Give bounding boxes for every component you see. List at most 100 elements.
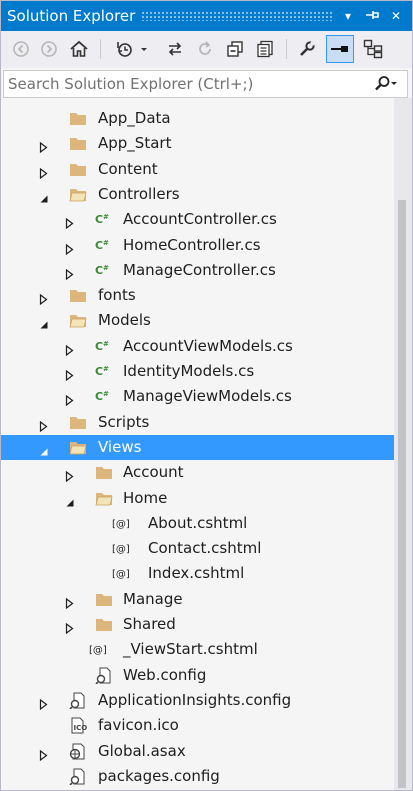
tree-item-label: _ViewStart.cshtml [123,640,258,659]
expanded-arrow-icon[interactable] [39,189,49,203]
collapsed-arrow-icon[interactable] [39,164,49,179]
svg-text:#: # [103,239,109,247]
tree-item[interactable]: Content [1,157,394,182]
solution-explorer-panel: Solution Explorer ▾ ✕ Search Solution Ex… [0,0,413,791]
collapse-all-icon[interactable] [223,37,247,61]
collapsed-arrow-icon[interactable] [65,467,75,483]
expanded-arrow-icon[interactable] [65,493,75,506]
tree-item[interactable]: App_Start [1,131,394,156]
search-box[interactable] [3,70,408,98]
collapsed-arrow-icon[interactable] [65,341,75,356]
collapsed-arrow-icon[interactable] [39,695,49,711]
vertical-scrollbar[interactable] [394,98,412,790]
home-icon[interactable] [67,37,91,61]
tree-item[interactable]: fonts [1,283,394,308]
tree-item[interactable]: App_Data [1,106,394,131]
refresh-icon[interactable] [193,37,217,61]
svg-text:C: C [95,264,103,277]
drag-grip[interactable] [141,11,334,21]
collapsed-arrow-icon[interactable] [65,265,75,280]
tree-item-label: Account [123,463,184,482]
folder-open-icon [95,490,113,507]
expanded-arrow-icon[interactable] [39,315,49,329]
dropdown-icon[interactable]: ▾ [339,7,357,25]
folder-icon [69,135,87,152]
forward-icon[interactable] [37,37,61,61]
tree-item[interactable]: C # ManageViewModels.cs [1,384,394,409]
folder-icon [69,161,87,178]
collapsed-arrow-icon[interactable] [65,240,75,255]
tree-item[interactable]: packages.config [1,764,394,789]
pin-preview-icon[interactable] [326,35,354,63]
tree-item[interactable]: Controllers [1,182,394,207]
expanded-arrow-icon[interactable] [39,442,49,456]
tree-item[interactable]: [@] _ViewStart.cshtml [1,637,394,662]
svg-text:#: # [103,365,109,373]
csharp-file-icon: C # [95,211,113,228]
title-bar: Solution Explorer ▾ ✕ [1,1,412,31]
tree-item[interactable]: Manage [1,587,394,612]
tree-item-label: About.cshtml [148,513,248,532]
tree-item[interactable]: Home [1,486,394,511]
tree-item[interactable]: [@] Index.cshtml [1,561,394,586]
tree-item[interactable]: [@] Contact.cshtml [1,536,394,561]
folder-icon [69,414,87,431]
folder-icon [69,287,87,304]
asax-file-icon [69,743,87,760]
tree-item[interactable]: Scripts [1,410,394,435]
properties-icon[interactable] [295,37,319,61]
scrollbar-thumb[interactable] [398,200,406,788]
tree-item-label: App_Start [98,134,172,153]
ico-file-icon: ICO [69,717,87,734]
tree-item[interactable]: C # AccountController.cs [1,207,394,232]
tree-item[interactable]: Shared [1,612,394,637]
collapsed-arrow-icon[interactable] [65,214,75,230]
csharp-file-icon: C # [95,262,113,279]
history-icon[interactable] [113,37,153,61]
collapsed-arrow-icon[interactable] [65,391,75,407]
tree-item[interactable]: Global.asax [1,739,394,764]
collapsed-arrow-icon[interactable] [39,138,49,154]
tree-item[interactable]: ApplicationInsights.config [1,688,394,713]
collapsed-arrow-icon[interactable] [39,746,49,761]
folder-open-icon [69,312,87,329]
tree-item[interactable]: Account [1,460,394,485]
collapsed-arrow-icon[interactable] [65,594,75,609]
collapsed-arrow-icon[interactable] [39,290,49,306]
svg-text:ICO: ICO [74,724,88,732]
tree-item-label: HomeController.cs [123,235,261,254]
tree-item[interactable]: [@] About.cshtml [1,511,394,536]
tree-item-label: AccountViewModels.cs [123,336,293,355]
tree-item-label: Home [123,488,168,507]
class-view-icon[interactable] [361,37,385,61]
svg-text:#: # [103,390,109,398]
back-icon[interactable] [9,37,33,61]
folder-icon [69,110,87,127]
tree-item[interactable]: Web.config [1,663,394,688]
collapsed-arrow-icon[interactable] [39,417,49,432]
toolbar-separator [100,39,101,59]
search-input[interactable] [8,74,368,94]
tree-item[interactable]: C # ManageController.cs [1,258,394,283]
collapsed-arrow-icon[interactable] [65,366,75,382]
tree-item[interactable]: ICO favicon.ico [1,713,394,738]
tree-item-label: Index.cshtml [148,564,245,583]
razor-file-icon: [@] [89,641,115,658]
tree-item[interactable]: C # AccountViewModels.cs [1,334,394,359]
show-all-files-icon[interactable] [253,37,277,61]
tree-item[interactable]: Views [1,434,394,460]
tree-item[interactable]: Models [1,308,394,333]
tree-item[interactable]: C # IdentityModels.cs [1,359,394,384]
tree-item[interactable]: C # HomeController.cs [1,233,394,258]
tree-item-label: Scripts [98,412,150,431]
sync-icon[interactable] [163,37,187,61]
tree-item-label: Manage [123,589,183,608]
tree-item-label: Global.asax [98,741,186,760]
folder-open-icon [69,439,87,456]
close-icon[interactable]: ✕ [387,7,405,25]
search-icon[interactable] [373,75,399,97]
razor-file-icon: [@] [112,540,138,557]
collapsed-arrow-icon[interactable] [65,619,75,635]
pin-icon[interactable] [363,7,381,25]
tree-item-label: IdentityModels.cs [123,362,255,380]
